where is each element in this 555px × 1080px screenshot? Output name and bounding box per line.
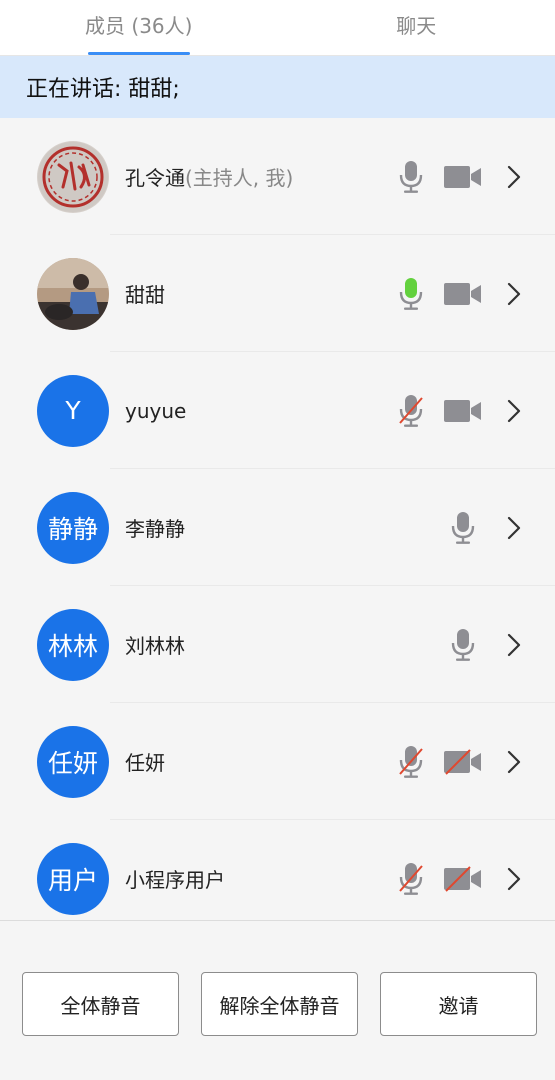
participant-row[interactable]: 林林 刘林林 bbox=[0, 586, 555, 703]
tab-chat[interactable]: 聊天 bbox=[278, 0, 555, 55]
participant-name-text: 任妍 bbox=[125, 751, 165, 775]
participant-name-text: 孔令通 bbox=[125, 166, 185, 190]
participant-name-text: 小程序用户 bbox=[125, 868, 225, 892]
speaking-banner: 正在讲话: 甜甜; bbox=[0, 56, 555, 118]
avatar-initials: 用户 bbox=[47, 865, 98, 895]
avatar: 用户 bbox=[37, 842, 109, 915]
chevron-right-icon[interactable] bbox=[505, 632, 523, 658]
participant-name: 李静静 bbox=[125, 513, 185, 542]
participant-list: 孔令通(主持人, 我) 甜甜 Y yuyue 静静 李静静 林林 刘林林 任妍 … bbox=[0, 118, 555, 937]
mute-all-label: 全体静音 bbox=[60, 993, 141, 1018]
footer-actions: 全体静音 解除全体静音 邀请 bbox=[0, 920, 555, 1080]
avatar: 静静 bbox=[37, 491, 109, 564]
tab-chat-label: 聊天 bbox=[396, 14, 437, 38]
unmute-all-label: 解除全体静音 bbox=[219, 993, 340, 1018]
avatar bbox=[37, 140, 109, 213]
avatar: 林林 bbox=[37, 608, 109, 681]
avatar-initials: Y bbox=[65, 396, 81, 425]
participant-row[interactable]: 静静 李静静 bbox=[0, 469, 555, 586]
unmute-all-button[interactable]: 解除全体静音 bbox=[201, 972, 358, 1036]
camera-off-icon[interactable] bbox=[443, 748, 483, 776]
tab-bar: 成员 (36人) 聊天 bbox=[0, 0, 555, 56]
participant-name-text: yuyue bbox=[125, 398, 187, 423]
participant-name: 孔令通(主持人, 我) bbox=[125, 162, 293, 191]
participant-name: 小程序用户 bbox=[125, 864, 225, 893]
participant-row[interactable]: Y yuyue bbox=[0, 352, 555, 469]
camera-icon[interactable] bbox=[443, 163, 483, 191]
microphone-muted-icon[interactable] bbox=[398, 745, 424, 779]
mute-all-button[interactable]: 全体静音 bbox=[22, 972, 179, 1036]
microphone-muted-icon[interactable] bbox=[398, 862, 424, 896]
avatar: Y bbox=[37, 374, 109, 447]
participant-name: 刘林林 bbox=[125, 630, 185, 659]
participant-name-text: 李静静 bbox=[125, 517, 185, 541]
participant-row[interactable]: 任妍 任妍 bbox=[0, 703, 555, 820]
participant-name-text: 甜甜 bbox=[125, 283, 165, 307]
participant-row[interactable]: 甜甜 bbox=[0, 235, 555, 352]
invite-label: 邀请 bbox=[438, 993, 479, 1018]
invite-button[interactable]: 邀请 bbox=[380, 972, 537, 1036]
microphone-icon[interactable] bbox=[398, 160, 424, 194]
participant-role: (主持人, 我) bbox=[185, 166, 294, 190]
participant-name: 任妍 bbox=[125, 747, 165, 776]
microphone-speaking-icon[interactable] bbox=[398, 277, 424, 311]
chevron-right-icon[interactable] bbox=[505, 398, 523, 424]
camera-icon[interactable] bbox=[443, 280, 483, 308]
camera-off-icon[interactable] bbox=[443, 865, 483, 893]
chevron-right-icon[interactable] bbox=[505, 749, 523, 775]
participant-name-text: 刘林林 bbox=[125, 634, 185, 658]
microphone-muted-icon[interactable] bbox=[398, 394, 424, 428]
photo-avatar-icon bbox=[37, 257, 109, 330]
chevron-right-icon[interactable] bbox=[505, 515, 523, 541]
microphone-icon[interactable] bbox=[450, 511, 476, 545]
participant-name: 甜甜 bbox=[125, 279, 165, 308]
avatar bbox=[37, 257, 109, 330]
seal-avatar-icon bbox=[38, 141, 108, 212]
participant-name: yuyue bbox=[125, 399, 186, 423]
chevron-right-icon[interactable] bbox=[505, 866, 523, 892]
speaking-banner-text: 正在讲话: 甜甜; bbox=[26, 77, 180, 102]
avatar: 任妍 bbox=[37, 725, 109, 798]
participant-row[interactable]: 孔令通(主持人, 我) bbox=[0, 118, 555, 235]
microphone-icon[interactable] bbox=[450, 628, 476, 662]
avatar-initials: 林林 bbox=[47, 631, 98, 661]
tab-members[interactable]: 成员 (36人) bbox=[0, 0, 278, 55]
chevron-right-icon[interactable] bbox=[505, 164, 523, 190]
tab-members-label: 成员 (36人) bbox=[85, 14, 193, 38]
chevron-right-icon[interactable] bbox=[505, 281, 523, 307]
camera-icon[interactable] bbox=[443, 397, 483, 425]
avatar-initials: 任妍 bbox=[47, 748, 98, 778]
avatar-initials: 静静 bbox=[47, 514, 98, 544]
